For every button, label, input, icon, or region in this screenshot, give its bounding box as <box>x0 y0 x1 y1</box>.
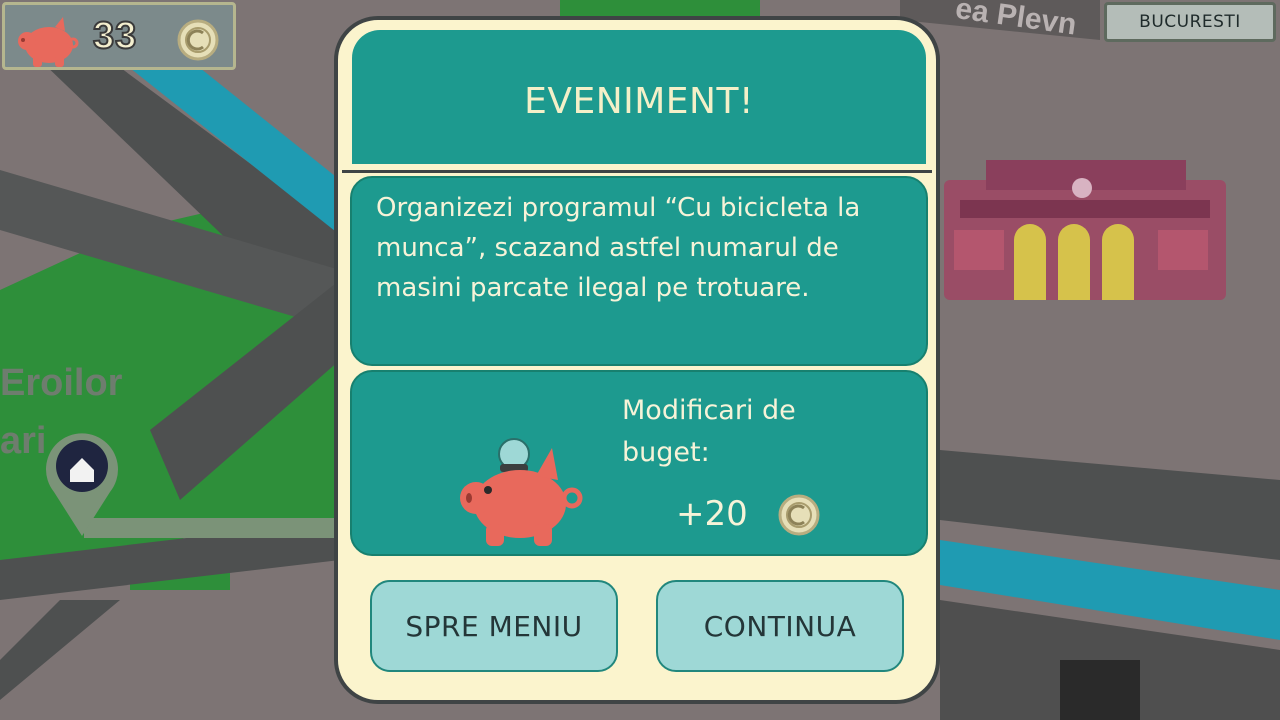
budget-change-value: +20 <box>676 494 748 534</box>
coin-icon <box>177 19 219 61</box>
wallet-counter: 33 <box>2 2 236 70</box>
continue-button-label: CONTINUA <box>703 609 857 643</box>
event-title: EVENIMENT! <box>524 80 754 122</box>
piggy-bank-icon <box>460 438 583 546</box>
event-dialog: EVENIMENT! Organizezi programul “Cu bici… <box>334 16 940 704</box>
city-indicator[interactable]: BUCURESTI <box>1104 2 1276 42</box>
coin-count: 33 <box>92 14 138 58</box>
divider <box>342 170 932 173</box>
event-description: Organizezi programul “Cu bicicleta la mu… <box>376 193 861 303</box>
event-description-panel: Organizezi programul “Cu bicicleta la mu… <box>350 176 928 366</box>
route-line <box>84 518 340 538</box>
budget-change-panel: Modificari de buget: +20 <box>350 370 928 556</box>
theatre-building-icon <box>944 160 1226 300</box>
street-label-continued: ari <box>0 420 47 462</box>
menu-button[interactable]: SPRE MENIU <box>370 580 618 672</box>
continue-button[interactable]: CONTINUA <box>656 580 904 672</box>
city-name: BUCURESTI <box>1139 12 1241 32</box>
event-header: EVENIMENT! <box>352 30 926 164</box>
budget-change-label: Modificari de buget: <box>622 395 796 468</box>
dark-block <box>1060 660 1140 720</box>
street-label: Eroilor <box>0 362 123 404</box>
coin-icon <box>778 494 820 536</box>
piggy-bank-icon <box>18 17 79 67</box>
menu-button-label: SPRE MENIU <box>405 609 583 643</box>
park-top <box>560 0 760 16</box>
